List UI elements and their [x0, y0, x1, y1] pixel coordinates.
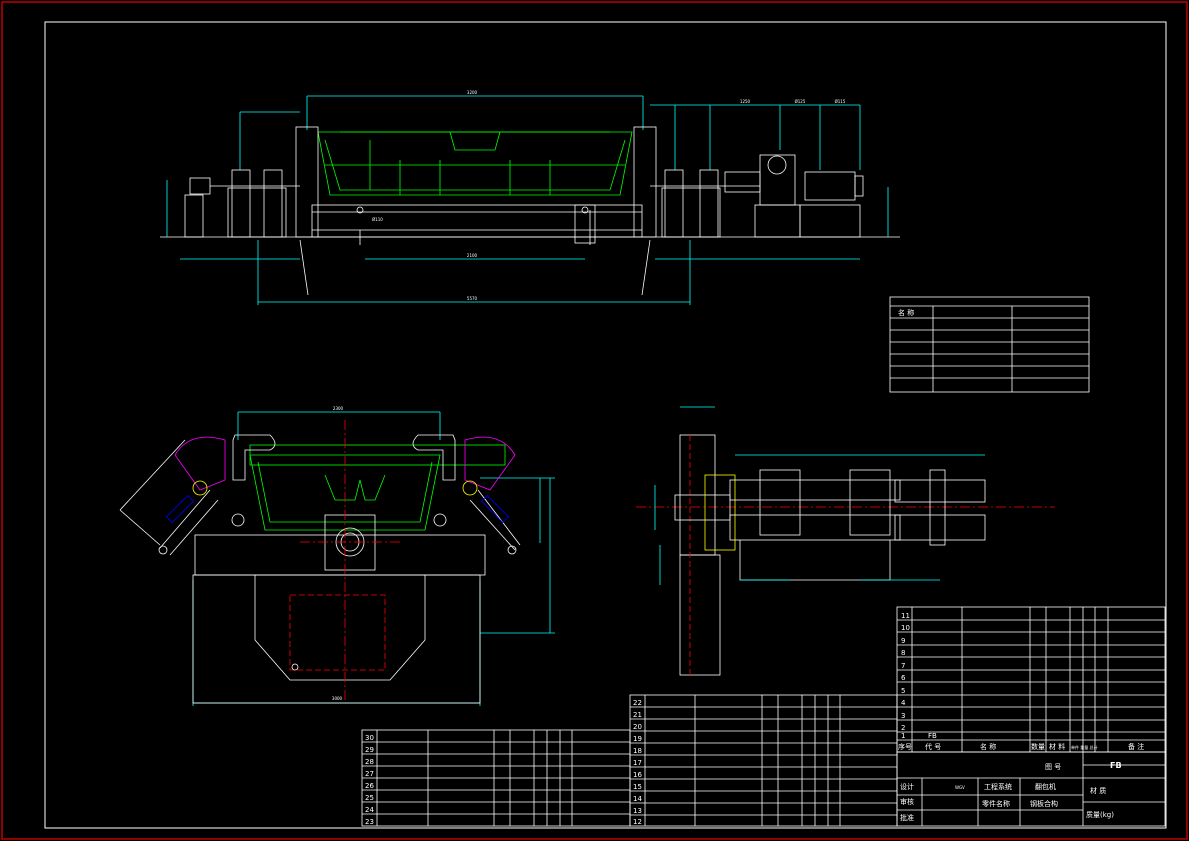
bom-header-qty: 数量	[1031, 742, 1045, 751]
middle-bom-grid	[629, 694, 898, 827]
svg-text:2100: 2100	[467, 253, 478, 258]
bom-row-number: 26	[365, 782, 374, 790]
bom-row1-code: FB	[928, 732, 937, 740]
bom-row-number: 9	[901, 637, 905, 645]
weight-label: 质量(kg)	[1086, 810, 1114, 819]
bom-row-number: 21	[633, 711, 642, 719]
bom-row-number: 29	[365, 746, 374, 754]
middle-bom-rows: 22 21 20 19 18 17 16 15 14 13 12	[633, 699, 642, 826]
left-bom-rows: 30 29 28 27 26 25 24 23	[365, 734, 374, 826]
bom-row-number: 23	[365, 818, 374, 826]
design-value: WGV	[955, 785, 965, 790]
bom-row-number: 13	[633, 807, 642, 815]
drawing-canvas: 3200 5570 2100 Ø110 1250 Ø125 Ø115 名 称 2…	[1, 1, 1188, 840]
bom-row-number: 25	[365, 794, 374, 802]
bom-row-number: 17	[633, 759, 642, 767]
svg-text:3200: 3200	[467, 90, 478, 95]
bom-row-number: 18	[633, 747, 642, 755]
material-label: 材 质	[1090, 786, 1106, 795]
bom-row-number: 27	[365, 770, 374, 778]
drawing-name: 翻包机	[1035, 782, 1056, 791]
outer-border	[1, 1, 1188, 840]
cad-drawing-sheet: 3200 5570 2100 Ø110 1250 Ø125 Ø115 名 称 2…	[0, 0, 1189, 841]
svg-text:Ø110: Ø110	[372, 217, 383, 222]
bom-row-number: 7	[901, 662, 905, 670]
detail-view	[636, 406, 1055, 676]
svg-text:3000: 3000	[332, 696, 343, 701]
bom-row-number: 28	[365, 758, 374, 766]
bom-row-number: 2	[901, 724, 905, 732]
bom-row-number: 11	[901, 612, 910, 620]
svg-text:Ø125: Ø125	[795, 99, 806, 104]
part-name-label: 零件名称	[982, 799, 1010, 808]
part-name-value: 钢板合构	[1030, 799, 1058, 808]
left-bom-grid	[361, 729, 631, 827]
bom-header-weight: 单件 重量 总计	[1071, 744, 1098, 750]
bom-header-name: 名 称	[980, 742, 996, 751]
design-label: 设计	[900, 782, 914, 791]
svg-text:Ø115: Ø115	[835, 99, 846, 104]
bom-row-number: 5	[901, 687, 905, 695]
title-block-text: 图 号 FB 设计 WGV 工程系统 翻包机 审核 批准 零件名称 钢板合构 材…	[900, 761, 1122, 822]
bom-row-number: 22	[633, 699, 642, 707]
bom-header-material: 材 料	[1049, 742, 1065, 751]
bom-row-number: 12	[633, 818, 642, 826]
right-bom-grid	[896, 606, 1166, 753]
side-table-header: 名 称	[898, 308, 914, 317]
bom-header-code: 代 号	[925, 742, 941, 751]
bom-header-index: 序号	[898, 742, 912, 751]
right-bom-rows: 11 10 9 8 7 6 5 4 3 2 1 FB	[901, 612, 937, 740]
approve-label: 批准	[900, 813, 914, 822]
company-name: 工程系统	[984, 782, 1012, 791]
bom-row-number: 8	[901, 649, 905, 657]
drawing-no-label: 图 号	[1045, 763, 1061, 771]
bom-row-number: 6	[901, 674, 906, 682]
bom-row-number: 14	[633, 795, 642, 803]
elevation-view: 3200 5570 2100 Ø110 1250 Ø125 Ø115	[160, 90, 900, 305]
bom-row-number: 10	[901, 624, 910, 632]
bom-header-remark: 备 注	[1128, 742, 1144, 751]
bom-row-number: 24	[365, 806, 374, 814]
bom-row-number: 15	[633, 783, 642, 791]
bom-row-number: 19	[633, 735, 642, 743]
drawing-no-value: FB	[1110, 761, 1122, 770]
right-bom-header: 序号 代 号 名 称 数量 材 料 单件 重量 总计 备 注	[898, 742, 1144, 751]
bom-row-number: 1	[901, 732, 905, 740]
svg-text:2300: 2300	[333, 406, 344, 411]
bom-row-number: 30	[365, 734, 374, 742]
review-label: 审核	[900, 797, 914, 806]
side-table	[889, 296, 1090, 393]
section-view: 2300 3000	[119, 406, 555, 706]
bom-row-number: 3	[901, 712, 905, 720]
svg-text:1250: 1250	[740, 99, 751, 104]
bom-row-number: 16	[633, 771, 642, 779]
bom-row-number: 20	[633, 723, 642, 731]
svg-text:5570: 5570	[467, 296, 478, 301]
title-block-grid	[896, 751, 1166, 827]
bom-row-number: 4	[901, 699, 906, 707]
